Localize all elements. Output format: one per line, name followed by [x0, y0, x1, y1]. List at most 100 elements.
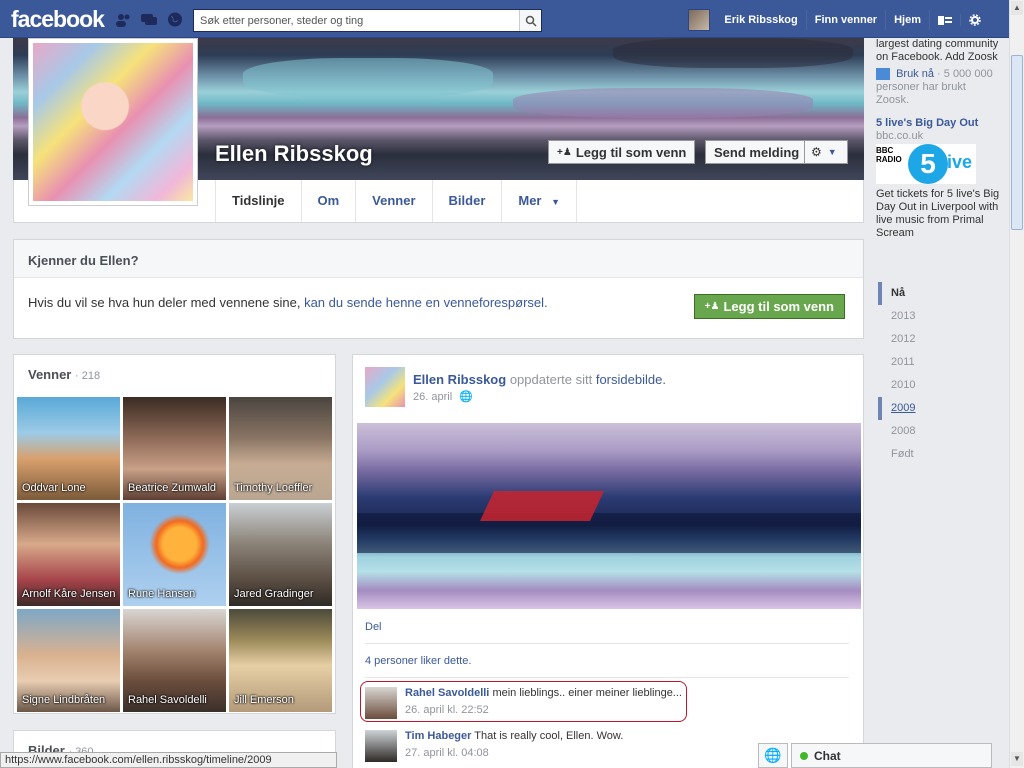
commenter-name[interactable]: Tim Habeger — [405, 730, 471, 742]
facebook-logo[interactable]: facebook — [11, 6, 105, 33]
friend-tile[interactable]: Beatrice Zumwald — [123, 397, 226, 500]
friend-tile[interactable]: Rune Hansen — [123, 503, 226, 606]
friends-heading[interactable]: Venner · 218 — [14, 355, 335, 392]
commenter-avatar[interactable] — [365, 730, 397, 762]
send-request-link[interactable]: kan du sende henne en venneforespørsel. — [304, 295, 548, 310]
profile-options-button[interactable]: ⚙ ▼ — [804, 140, 848, 164]
home-link[interactable]: Hjem — [886, 10, 930, 30]
search-button[interactable] — [519, 10, 541, 31]
friend-name: Oddvar Lone — [22, 482, 86, 494]
friend-name: Rune Hansen — [128, 588, 196, 600]
user-name-link[interactable]: Erik Ribsskog — [716, 10, 807, 30]
search-icon — [525, 15, 537, 27]
scroll-down-arrow[interactable]: ▼ — [1011, 752, 1023, 766]
add-friend-green-label: Legg til som venn — [723, 299, 834, 314]
gear-icon: ⚙ — [811, 145, 822, 159]
tab-photos[interactable]: Bilder — [433, 180, 503, 222]
profile-picture[interactable] — [28, 38, 198, 206]
ad-zoosk-social: Bruk nå · 5 000 000 personer har brukt Z… — [876, 68, 1001, 107]
search-input[interactable] — [194, 10, 519, 31]
ad-social-proof: · 5 000 000 personer har brukt Zoosk. — [876, 68, 993, 106]
comment-text: That is really cool, Ellen. Wow. — [474, 730, 624, 742]
tab-about[interactable]: Om — [302, 180, 357, 222]
send-message-label: Send melding — [714, 144, 800, 160]
tab-more[interactable]: Mer ▼ — [502, 180, 578, 222]
user-avatar[interactable] — [688, 9, 711, 31]
friend-request-prompt: Kjenner du Ellen? Hvis du vil se hva hun… — [13, 239, 864, 339]
ad-bbc-text[interactable]: Get tickets for 5 live's Big Day Out in … — [876, 188, 1001, 240]
profile-name: Ellen Ribsskog — [215, 141, 373, 166]
online-status-icon — [800, 751, 808, 760]
ad-zoosk-text[interactable]: largest dating community on Facebook. Ad… — [876, 38, 1001, 64]
timeline-2013[interactable]: 2013 — [878, 305, 998, 328]
privacy-shortcuts-icon[interactable] — [930, 14, 960, 26]
post-date-text[interactable]: 26. april — [413, 391, 452, 403]
chat-label: Chat — [814, 748, 841, 763]
bbc-5live-logo[interactable]: BBC RADIO 5 live — [876, 144, 976, 184]
friend-name: Beatrice Zumwald — [128, 482, 217, 494]
add-friend-green-button[interactable]: +♟ Legg til som venn — [693, 294, 845, 319]
friend-tile[interactable]: Signe Lindbråten — [17, 609, 120, 712]
post-date: 26. april 🌐 — [413, 390, 473, 403]
tab-friends[interactable]: Venner — [356, 180, 433, 222]
post-header: Ellen Ribsskog oppdaterte sitt forsidebi… — [413, 372, 666, 387]
post-object-link[interactable]: forsidebilde. — [596, 372, 666, 387]
highlight-annotation — [360, 681, 687, 722]
post-author-avatar[interactable] — [365, 367, 405, 407]
friend-tile[interactable]: Rahel Savoldelli — [123, 609, 226, 712]
ad-bbc-title[interactable]: 5 live's Big Day Out — [876, 117, 1001, 130]
add-friend-label: Legg til som venn — [575, 144, 687, 160]
add-friend-button[interactable]: +♟ Legg til som venn — [548, 140, 696, 164]
friend-name: Arnolf Kåre Jensen — [22, 588, 116, 600]
likes-summary[interactable]: 4 personer liker dette. — [365, 655, 471, 667]
friend-tile[interactable]: Jared Gradinger — [229, 503, 332, 606]
scroll-thumb[interactable] — [1011, 55, 1023, 230]
timeline-2008[interactable]: 2008 — [878, 420, 998, 443]
five-live-text: live — [942, 152, 973, 172]
friend-tile[interactable]: Jill Emerson — [229, 609, 332, 712]
notification-jewels — [114, 12, 184, 27]
friend-requests-icon[interactable] — [114, 12, 132, 27]
chat-bar[interactable]: Chat — [791, 743, 992, 768]
timeline-2012[interactable]: 2012 — [878, 328, 998, 351]
timeline-2011[interactable]: 2011 — [878, 351, 998, 374]
share-link[interactable]: Del — [365, 621, 382, 633]
chat-globe-button[interactable]: 🌐 — [758, 743, 788, 768]
bbc-radio-logo-text: BBC RADIO — [876, 146, 902, 164]
prompt-title: Kjenner du Ellen? — [14, 240, 863, 278]
timeline-year-nav: Nå 2013 2012 2011 2010 2009 2008 Født — [878, 282, 998, 466]
comment-time[interactable]: 27. april kl. 04:08 — [405, 747, 489, 759]
timeline-now[interactable]: Nå — [878, 282, 998, 305]
vertical-scrollbar[interactable]: ▲ ▼ — [1009, 0, 1024, 768]
comment-body: Tim Habeger That is really cool, Ellen. … — [405, 730, 623, 742]
zoosk-icon — [876, 68, 890, 81]
ad-use-now-link[interactable]: Bruk nå — [896, 68, 934, 80]
scroll-up-arrow[interactable]: ▲ — [1011, 1, 1023, 15]
top-bar: facebook Erik Ribsskog Finn venner Hjem — [0, 0, 1009, 38]
timeline-2009[interactable]: 2009 — [878, 397, 998, 420]
add-friend-icon: +♟ — [557, 146, 572, 158]
friend-tile[interactable]: Arnolf Kåre Jensen — [17, 503, 120, 606]
tab-timeline[interactable]: Tidslinje — [215, 180, 302, 222]
send-message-button[interactable]: Send melding — [705, 140, 809, 164]
find-friends-link[interactable]: Finn venner — [807, 10, 887, 30]
timeline-2010[interactable]: 2010 — [878, 374, 998, 397]
settings-gear-icon[interactable] — [960, 14, 989, 26]
prompt-text: Hvis du vil se hva hun deler med vennene… — [28, 295, 301, 310]
timeline-born[interactable]: Født — [878, 443, 998, 466]
friends-box: Venner · 218 Oddvar Lone Beatrice Zumwal… — [13, 354, 336, 714]
public-globe-icon: 🌐 — [459, 391, 473, 403]
friend-tile[interactable]: Oddvar Lone — [17, 397, 120, 500]
add-friend-icon: +♟ — [704, 301, 720, 312]
friend-tile[interactable]: Timothy Loeffler — [229, 397, 332, 500]
post-author-link[interactable]: Ellen Ribsskog — [413, 372, 506, 387]
browser-status-bar: https://www.facebook.com/ellen.ribsskog/… — [0, 752, 337, 768]
notifications-globe-icon[interactable] — [166, 12, 184, 27]
post-cover-image[interactable] — [357, 423, 861, 609]
friend-name: Jill Emerson — [234, 694, 294, 706]
right-sidebar: largest dating community on Facebook. Ad… — [876, 38, 1001, 240]
friends-count: · 218 — [74, 370, 101, 382]
top-navigation: Erik Ribsskog Finn venner Hjem — [688, 9, 989, 31]
messages-icon[interactable] — [140, 12, 158, 27]
chevron-down-icon: ▼ — [827, 147, 837, 157]
